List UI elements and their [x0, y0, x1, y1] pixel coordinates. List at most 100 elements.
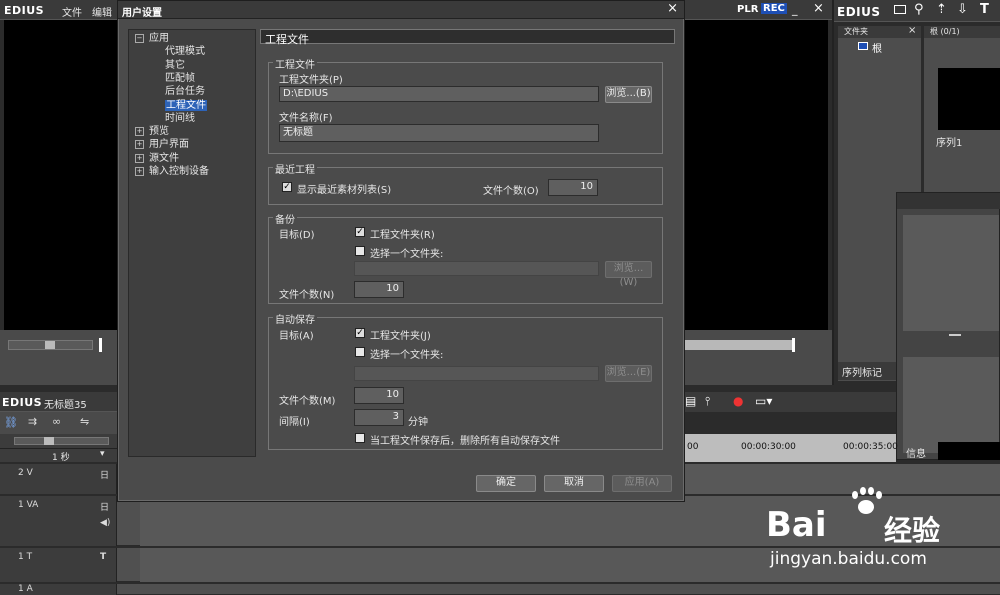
- autosave-interval-input[interactable]: 3: [354, 409, 404, 426]
- zoom-slider[interactable]: [14, 437, 109, 445]
- menu-file[interactable]: 文件: [62, 4, 82, 19]
- info-tab[interactable]: 信息: [906, 445, 926, 460]
- autosave-count-input[interactable]: 10: [354, 387, 404, 404]
- tree-item-8[interactable]: + 用户界面: [135, 139, 189, 151]
- minimize-icon[interactable]: _: [792, 3, 798, 16]
- tree-item-label: 应用: [149, 33, 169, 44]
- tree-item-10[interactable]: + 输入控制设备: [135, 166, 209, 178]
- rec-progress[interactable]: [685, 340, 795, 350]
- tree-item-7[interactable]: + 预览: [135, 126, 169, 138]
- root-folder-label[interactable]: 根: [872, 40, 882, 55]
- track-1t-icon[interactable]: T: [100, 552, 106, 562]
- tree-item-2[interactable]: 其它: [165, 60, 185, 72]
- snap-icon[interactable]: ⇉: [28, 415, 37, 428]
- tree-toggle-icon[interactable]: +: [135, 153, 144, 163]
- timescale-label[interactable]: 1 秒: [52, 450, 70, 463]
- autosave-count-label: 文件个数(M): [279, 396, 336, 407]
- backup-folder-input[interactable]: [354, 261, 599, 276]
- project-folder-input[interactable]: D:\EDIUS: [279, 86, 599, 102]
- zoom-handle[interactable]: [44, 437, 54, 445]
- bin-edius-logo: EDIUS: [837, 5, 881, 19]
- ok-button[interactable]: 确定: [476, 475, 536, 492]
- track-1va-icon[interactable]: 日: [100, 500, 109, 513]
- folder-icon[interactable]: [894, 5, 906, 14]
- save-icon[interactable]: ⇩: [957, 2, 968, 17]
- tree-item-6[interactable]: 时间线: [165, 113, 195, 125]
- position-marker: [99, 338, 102, 352]
- apply-button[interactable]: 应用(A): [612, 475, 672, 492]
- timeline-edius-logo: EDIUS: [2, 396, 43, 409]
- folder-tree-header: 文件夹 ×: [838, 25, 921, 38]
- timecode-35: 00:00:35:00: [843, 442, 898, 452]
- paw-icon: [848, 487, 882, 517]
- backup-project-folder-checkbox[interactable]: ✓: [355, 227, 365, 237]
- record-icon[interactable]: ●: [733, 394, 743, 408]
- timescale-arrow-icon[interactable]: ▾: [100, 449, 105, 459]
- cancel-button[interactable]: 取消: [544, 475, 604, 492]
- clip-thumbnail[interactable]: [938, 68, 1000, 130]
- autosave-project-folder-checkbox[interactable]: ✓: [355, 328, 365, 338]
- tree-toggle-icon[interactable]: +: [135, 140, 144, 150]
- track-2v-header[interactable]: 2 V 日: [0, 464, 117, 494]
- project-folder-label: 工程文件夹(P): [279, 75, 343, 86]
- shuttle-handle[interactable]: [45, 341, 55, 349]
- menu-edit[interactable]: 编辑: [92, 4, 112, 19]
- view-menu-icon[interactable]: ▭▾: [755, 394, 772, 408]
- project-folder-browse-button[interactable]: 浏览...(B): [605, 86, 652, 103]
- tree-toggle-icon[interactable]: +: [135, 127, 144, 137]
- track-1t-header[interactable]: 1 T T: [0, 548, 117, 582]
- dialog-titlebar[interactable]: 用户设置 ×: [118, 1, 684, 19]
- timecode-0: 00: [687, 442, 699, 452]
- group-recent: 最近工程 ✓ 显示最近素材列表(S) 文件个数(O) 10: [268, 161, 663, 205]
- backup-count-input[interactable]: 10: [354, 281, 404, 298]
- autosave-choose-folder-checkbox[interactable]: [355, 347, 365, 357]
- tree-item-9[interactable]: + 源文件: [135, 153, 179, 165]
- sync-icon[interactable]: ⇋: [80, 415, 89, 428]
- up-icon[interactable]: ⇡: [936, 2, 947, 17]
- search-icon[interactable]: ⚲: [914, 2, 924, 17]
- backup-browse-button[interactable]: 浏览...(W): [605, 261, 652, 288]
- autosave-folder-input[interactable]: [354, 366, 599, 381]
- autosave-browse-button[interactable]: 浏览...(E): [605, 365, 652, 382]
- tree-item-label: 源文件: [149, 152, 179, 164]
- folder-tree-close-icon[interactable]: ×: [908, 25, 916, 36]
- file-name-input[interactable]: 无标题: [279, 124, 599, 142]
- tree-item-0[interactable]: − 应用: [135, 33, 169, 45]
- tree-item-label: 工程文件: [165, 99, 207, 111]
- timeline-zoom-row: [0, 434, 117, 448]
- track-1a-header[interactable]: 1 A: [0, 584, 117, 595]
- player-left-screen: [4, 20, 117, 330]
- show-recent-checkbox[interactable]: ✓: [282, 182, 292, 192]
- dialog-close-icon[interactable]: ×: [667, 2, 678, 16]
- clip-view-header: 根 (0/1): [924, 26, 1000, 38]
- sequence-tab[interactable]: 序列标记: [842, 364, 882, 379]
- tree-item-1[interactable]: 代理模式: [165, 46, 205, 58]
- text-icon[interactable]: T: [980, 2, 989, 17]
- autosave-delete-label: 当工程文件保存后，删除所有自动保存文件: [370, 436, 560, 447]
- tree-toggle-icon[interactable]: +: [135, 167, 144, 176]
- track-2v-icon[interactable]: 日: [100, 468, 109, 481]
- tree-item-4[interactable]: 后台任务: [165, 86, 205, 98]
- tree-item-5[interactable]: 工程文件: [165, 99, 207, 112]
- backup-choose-folder-checkbox[interactable]: [355, 246, 365, 256]
- tree-item-label: 输入控制设备: [149, 166, 209, 177]
- tree-item-3[interactable]: 匹配帧: [165, 73, 195, 85]
- timeline-ruler[interactable]: 00 00:00:30:00 00:00:35:00: [685, 434, 898, 462]
- main-menubar: EDIUS 文件 编辑: [0, 0, 117, 20]
- speaker-icon[interactable]: ◀): [100, 518, 110, 528]
- render-icon[interactable]: ▤: [685, 394, 696, 408]
- track-1va-header[interactable]: 1 VA 日 ◀): [0, 496, 117, 546]
- group-autosave: 自动保存 目标(A) ✓ 工程文件夹(J) 选择一个文件夹: 浏览...(E) …: [268, 311, 663, 450]
- close-icon[interactable]: ×: [813, 1, 824, 16]
- recent-count-input[interactable]: 10: [548, 179, 598, 196]
- mixer-icon[interactable]: ⫯: [705, 394, 710, 409]
- track-1a: 1 A: [0, 584, 1000, 595]
- autosave-delete-checkbox[interactable]: [355, 433, 365, 443]
- plr-label[interactable]: PLR: [737, 4, 758, 15]
- info-splitter[interactable]: [949, 334, 961, 336]
- track-1va-label: 1 VA: [18, 500, 39, 510]
- tree-toggle-icon[interactable]: −: [135, 34, 144, 43]
- ripple-icon[interactable]: ∞: [52, 415, 61, 428]
- rec-label[interactable]: REC: [761, 3, 787, 14]
- link-icon[interactable]: ⛓: [4, 416, 18, 429]
